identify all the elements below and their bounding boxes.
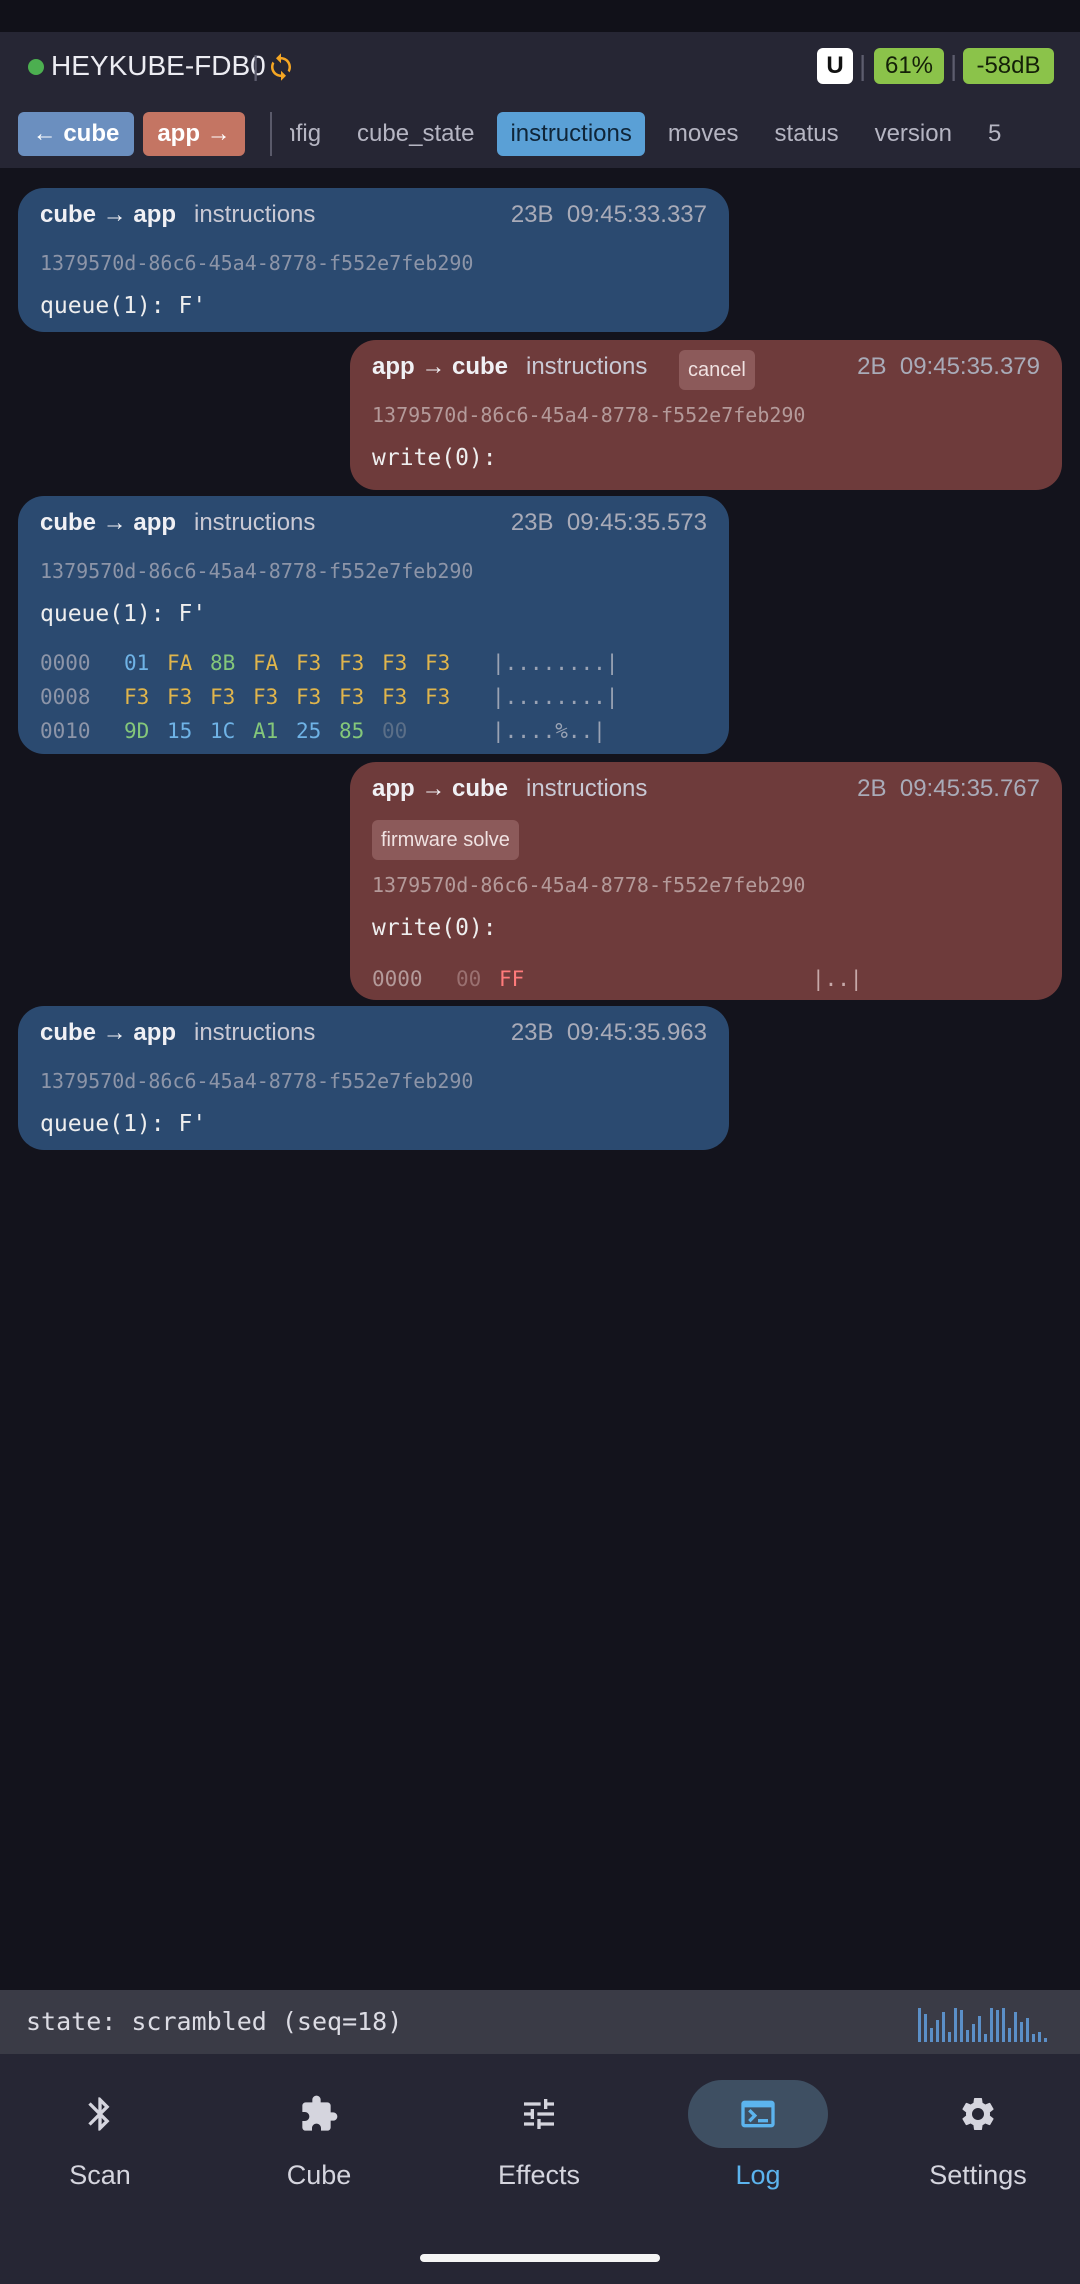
hex-row: 0008 F3 F3 F3 F3 F3 F3 F3 F3 |........| — [40, 685, 619, 709]
characteristic-uuid: 1379570d-86c6-45a4-8778-f552e7feb290 — [372, 873, 806, 897]
channel-label: instructions — [526, 353, 648, 380]
separator: | — [252, 50, 260, 81]
gear-icon — [962, 2098, 994, 2130]
filter-app-to-cube-button[interactable]: app → — [143, 112, 245, 156]
tab-config[interactable]: config — [290, 112, 334, 156]
channel-label: instructions — [194, 201, 316, 228]
log-message-incoming[interactable]: cube → app instructions 23B 09:45:35.963… — [18, 1006, 729, 1150]
channel-label: instructions — [194, 1019, 316, 1046]
payload-text: queue(1): F' — [40, 293, 207, 319]
channel-label: instructions — [194, 509, 316, 536]
filter-cube-to-app-button[interactable]: ← cube — [18, 112, 134, 156]
log-list[interactable]: cube → app instructions 23B 09:45:33.337… — [0, 168, 1080, 1990]
nav-label: Settings — [929, 2160, 1027, 2190]
nav-label: Cube — [286, 2160, 352, 2190]
characteristic-uuid: 1379570d-86c6-45a4-8778-f552e7feb290 — [40, 559, 474, 583]
bluetooth-icon — [88, 2097, 110, 2131]
payload-text: queue(1): F' — [40, 601, 207, 627]
payload-text: write(0): — [372, 915, 497, 941]
payload-text: queue(1): F' — [40, 1111, 207, 1137]
payload-text: write(0): — [372, 445, 497, 471]
tab-status[interactable]: status — [762, 112, 852, 156]
nav-label: Effects — [497, 2160, 581, 2190]
tab-moves[interactable]: moves — [655, 112, 752, 156]
size-time-label: 2B 09:45:35.379 — [857, 353, 1040, 380]
tab-more[interactable]: 5 — [975, 112, 1014, 156]
size-time-label: 23B 09:45:35.963 — [510, 1019, 707, 1046]
sliders-icon — [524, 2099, 554, 2129]
nav-item-settings[interactable]: Settings — [903, 2080, 1053, 2200]
hex-row: 0000 01 FA 8B FA F3 F3 F3 F3 |........| — [40, 651, 619, 675]
divider — [270, 112, 272, 156]
nav-item-effects[interactable]: Effects — [464, 2080, 614, 2200]
hex-row: 0000 00 FF |..| — [372, 967, 863, 991]
terminal-icon — [741, 2100, 775, 2128]
channel-tabs[interactable]: configcube_stateinstructionsmovesstatusv… — [290, 112, 1080, 162]
channel-label: instructions — [526, 775, 648, 802]
characteristic-uuid: 1379570d-86c6-45a4-8778-f552e7feb290 — [372, 403, 806, 427]
size-time-label: 2B 09:45:35.767 — [857, 775, 1040, 802]
tag-badge: firmware solve — [372, 820, 519, 860]
direction-label: cube → app — [40, 1019, 177, 1046]
log-message-incoming[interactable]: cube → app instructions 23B 09:45:33.337… — [18, 188, 729, 332]
bottom-navigation: Scan Cube Effects Log Settings — [0, 2054, 1080, 2284]
nav-label: Scan — [69, 2160, 131, 2190]
log-message-outgoing[interactable]: app → cube instructions cancel 2B 09:45:… — [350, 340, 1062, 490]
device-name: HEYKUBE-FDB0 — [51, 50, 266, 81]
direction-label: app → cube — [372, 353, 509, 380]
home-indicator[interactable] — [420, 2254, 660, 2262]
log-message-outgoing[interactable]: app → cube instructions 2B 09:45:35.767 … — [350, 762, 1062, 1000]
signal-strength-badge: -58dB — [963, 48, 1054, 84]
tab-cube-state[interactable]: cube_state — [344, 112, 487, 156]
nav-item-cube[interactable]: Cube — [244, 2080, 394, 2200]
device-row: HEYKUBE-FDB0 | U | 61% | -58dB — [0, 32, 1080, 100]
app-header: HEYKUBE-FDB0 | U | 61% | -58dB ← cube ap… — [0, 32, 1080, 168]
tab-version[interactable]: version — [862, 112, 965, 156]
characteristic-uuid: 1379570d-86c6-45a4-8778-f552e7feb290 — [40, 1069, 474, 1093]
direction-label: app → cube — [372, 775, 509, 802]
characteristic-uuid: 1379570d-86c6-45a4-8778-f552e7feb290 — [40, 251, 474, 275]
puzzle-icon — [302, 2095, 338, 2131]
size-time-label: 23B 09:45:33.337 — [510, 201, 707, 228]
sync-icon[interactable] — [266, 52, 296, 82]
cube-state-text: state: scrambled (seq=18) — [26, 2007, 403, 2036]
user-badge: U — [817, 48, 853, 84]
battery-badge: 61% — [874, 48, 944, 84]
tab-instructions[interactable]: instructions — [497, 112, 645, 156]
activity-sparkline-icon — [918, 2008, 1047, 2042]
system-status-bar — [0, 0, 1080, 32]
direction-label: cube → app — [40, 201, 177, 228]
direction-label: cube → app — [40, 509, 177, 536]
separator: | — [950, 50, 958, 81]
filter-bar: ← cube app → configcube_stateinstruction… — [0, 112, 1080, 162]
nav-item-log[interactable]: Log — [683, 2080, 833, 2200]
state-bar: state: scrambled (seq=18) — [0, 1990, 1080, 2054]
nav-item-scan[interactable]: Scan — [25, 2080, 175, 2200]
nav-label: Log — [735, 2160, 781, 2190]
size-time-label: 23B 09:45:35.573 — [510, 509, 707, 536]
connected-status-dot — [28, 59, 44, 75]
log-message-incoming[interactable]: cube → app instructions 23B 09:45:35.573… — [18, 496, 729, 754]
tag-badge: cancel — [679, 350, 755, 390]
hex-row: 0010 9D 15 1C A1 25 85 00 |....%..| — [40, 719, 606, 743]
separator: | — [859, 50, 867, 81]
